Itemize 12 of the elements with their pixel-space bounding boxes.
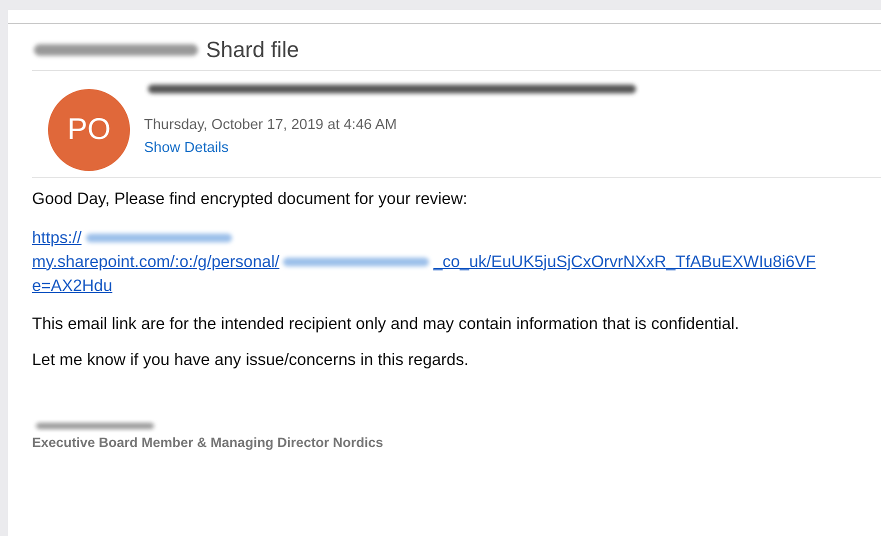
avatar: PO [48, 89, 130, 171]
link[interactable]: my.sharepoint.com/:o:/g/personal/ [32, 252, 280, 272]
link[interactable]: https:// [32, 228, 82, 248]
signature-title: Executive Board Member & Managing Director Nordics [32, 435, 384, 450]
link[interactable]: e=AX2Hdu [32, 276, 112, 296]
email-subject: Shard file [206, 37, 299, 63]
show-details-link[interactable]: Show Details [144, 140, 229, 156]
sent-date: Thursday, October 17, 2019 at 4:46 AM [144, 117, 398, 133]
greeting-text: Good Day, Please find encrypted document for your review: [32, 190, 468, 209]
body-paragraph: Let me know if you have any issue/concerns in this regards. [32, 351, 470, 370]
link[interactable]: _co_uk/EuUK5juSjCxOrvrNXxR_TfABuEXWIu8i6VF [433, 252, 816, 272]
body-paragraph: This email link are for the intended recipient only and may contain information that is confidential. [32, 315, 740, 334]
